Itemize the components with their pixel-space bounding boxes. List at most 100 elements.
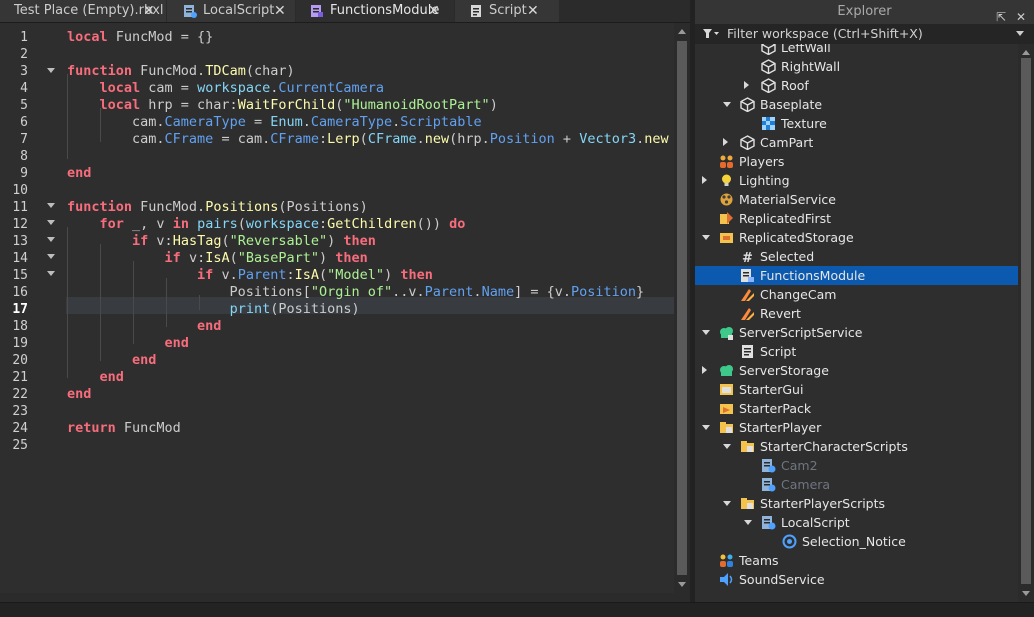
tree-item-starterplayer[interactable]: StarterPlayer [695, 418, 1018, 437]
code-line[interactable]: if v:IsA("BasePart") then [67, 250, 368, 267]
tree-item-campart[interactable]: CamPart [695, 133, 1018, 152]
tab-test-place[interactable]: Test Place (Empty).rbxl ✕ [0, 0, 166, 22]
code-line[interactable]: end [67, 165, 91, 182]
code-line[interactable]: end [67, 386, 91, 403]
expand-arrow-right-icon[interactable] [744, 81, 749, 89]
code-line[interactable]: Positions["Orgin of"..v.Parent.Name] = {… [67, 284, 645, 301]
expand-arrow-right-icon[interactable] [723, 138, 728, 146]
scrollbar-thumb[interactable] [677, 41, 687, 575]
tree-item-rightwall[interactable]: RightWall [695, 57, 1018, 76]
expand-arrow-down-icon[interactable] [723, 102, 731, 107]
code-line[interactable]: cam.CameraType = Enum.CameraType.Scripta… [67, 114, 482, 131]
explorer-panel: Explorer ⇱ ✕ Filter workspace (Ctrl+Shif… [695, 0, 1034, 602]
tree-item-label: StarterGui [739, 382, 804, 397]
tree-item-serverscriptservice[interactable]: ServerScriptService [695, 323, 1018, 342]
code-line[interactable]: print(Positions) [67, 301, 360, 318]
expand-arrow-right-icon[interactable] [702, 366, 707, 374]
code-line[interactable]: end [67, 318, 221, 335]
close-icon[interactable]: ✕ [428, 0, 440, 22]
remote-event-icon [741, 289, 754, 301]
tree-item-cam2[interactable]: Cam2 [695, 456, 1018, 475]
code-token: end [67, 386, 92, 402]
explorer-filter-bar[interactable]: Filter workspace (Ctrl+Shift+X) [695, 24, 1034, 44]
scroll-down-icon[interactable] [1022, 591, 1030, 596]
filter-icon[interactable] [703, 29, 719, 39]
close-icon[interactable]: ✕ [527, 0, 539, 22]
expand-arrow-down-icon[interactable] [702, 425, 710, 430]
editor-vertical-scrollbar[interactable] [674, 23, 690, 593]
code-line[interactable]: end [67, 352, 156, 369]
expand-arrow-down-icon[interactable] [702, 330, 710, 335]
part-icon [761, 78, 776, 93]
code-token: GetChildren [327, 216, 417, 232]
tree-item-revert[interactable]: Revert [695, 304, 1018, 323]
scroll-up-icon[interactable] [678, 29, 686, 34]
tree-item-camera[interactable]: Camera [695, 475, 1018, 494]
tree-item-lighting[interactable]: Lighting [695, 171, 1018, 190]
scroll-up-icon[interactable] [1022, 50, 1030, 55]
tree-item-roof[interactable]: Roof [695, 76, 1018, 95]
tree-item-changecam[interactable]: ChangeCam [695, 285, 1018, 304]
fold-arrow-icon[interactable] [47, 203, 55, 208]
editor-horizontal-scrollbar[interactable] [0, 593, 690, 602]
filter-input[interactable]: Filter workspace (Ctrl+Shift+X) [727, 24, 923, 44]
tree-item-materialservice[interactable]: MaterialService [695, 190, 1018, 209]
code-line[interactable]: if v:HasTag("Reversable") then [67, 233, 376, 250]
tree-item-replicatedstorage[interactable]: ReplicatedStorage [695, 228, 1018, 247]
fold-arrow-icon[interactable] [47, 68, 55, 73]
explorer-tree[interactable]: LeftWall RightWall Roof Baseplate Texture Cam… [695, 44, 1018, 602]
tree-item-localscript[interactable]: LocalScript [695, 513, 1018, 532]
tree-item-starterpack[interactable]: StarterPack [695, 399, 1018, 418]
code-line[interactable]: return FuncMod [67, 420, 181, 437]
tree-item-teams[interactable]: Teams [695, 551, 1018, 570]
code-line[interactable]: for _, v in pairs(workspace:GetChildren(… [67, 216, 466, 233]
tree-item-serverstorage[interactable]: ServerStorage [695, 361, 1018, 380]
tree-item-players[interactable]: Players [695, 152, 1018, 171]
line-number: 8 [20, 149, 28, 164]
expand-arrow-down-icon[interactable] [702, 235, 710, 240]
chevron-down-icon[interactable] [1016, 31, 1024, 36]
code-line[interactable]: function FuncMod.Positions(Positions) [67, 199, 368, 216]
expand-arrow-right-icon[interactable] [702, 176, 707, 184]
tree-item-soundservice[interactable]: SoundService [695, 570, 1018, 589]
explorer-vertical-scrollbar[interactable] [1018, 44, 1034, 602]
undock-icon[interactable]: ⇱ [996, 10, 1006, 24]
close-icon[interactable]: ✕ [274, 0, 286, 22]
code-line[interactable]: local FuncMod = {} [67, 29, 213, 46]
tree-item-starterplayerscripts[interactable]: StarterPlayerScripts [695, 494, 1018, 513]
code-line[interactable]: if v.Parent:IsA("Model") then [67, 267, 433, 284]
tree-item-startergui[interactable]: StarterGui [695, 380, 1018, 399]
tab-localscript[interactable]: LocalScript ✕ [167, 0, 295, 22]
code-editor[interactable]: 1 2 3 4 5 6 7 8 9 10 11 12 13 14 15 16 17 18 19 20 21 22 23 24 2… [0, 23, 674, 593]
code-line[interactable]: end [67, 369, 124, 386]
code-line[interactable]: local hrp = char:WaitForChild("HumanoidR… [67, 97, 498, 114]
tree-item-selection-notice[interactable]: Selection_Notice [695, 532, 1018, 551]
tab-functionsmodule[interactable]: FunctionsModule ✕ [296, 0, 454, 22]
tree-item-replicatedfirst[interactable]: ReplicatedFirst [695, 209, 1018, 228]
tree-item-selected[interactable]: # Selected [695, 247, 1018, 266]
code-line[interactable]: cam.CFrame = cam.CFrame:Lerp(CFrame.new(… [67, 131, 669, 148]
expand-arrow-down-icon[interactable] [744, 520, 752, 525]
tree-item-functionsmodule[interactable]: FunctionsModule [695, 266, 1018, 285]
code-token: ( [319, 267, 328, 283]
code-line[interactable]: function FuncMod.TDCam(char) [67, 63, 295, 80]
expand-arrow-down-icon[interactable] [723, 501, 731, 506]
code-line[interactable]: end [67, 335, 189, 352]
tree-item-startercharacterscripts[interactable]: StarterCharacterScripts [695, 437, 1018, 456]
tree-item-script[interactable]: Script [695, 342, 1018, 361]
tree-item-baseplate[interactable]: Baseplate [695, 95, 1018, 114]
fold-arrow-icon[interactable] [47, 254, 55, 259]
code-line[interactable]: local cam = workspace.CurrentCamera [67, 80, 385, 97]
expand-arrow-down-icon[interactable] [723, 444, 731, 449]
fold-arrow-icon[interactable] [47, 237, 55, 242]
close-icon[interactable]: ✕ [1016, 10, 1026, 24]
tree-item-leftwall[interactable]: LeftWall [695, 44, 1018, 57]
fold-arrow-icon[interactable] [47, 271, 55, 276]
status-bar [0, 602, 1034, 617]
scroll-down-icon[interactable] [678, 582, 686, 587]
tab-script[interactable]: Script ✕ [455, 0, 559, 22]
tree-item-texture[interactable]: Texture [695, 114, 1018, 133]
fold-arrow-icon[interactable] [47, 220, 55, 225]
scrollbar-thumb[interactable] [1021, 58, 1031, 584]
close-icon[interactable]: ✕ [143, 0, 155, 22]
